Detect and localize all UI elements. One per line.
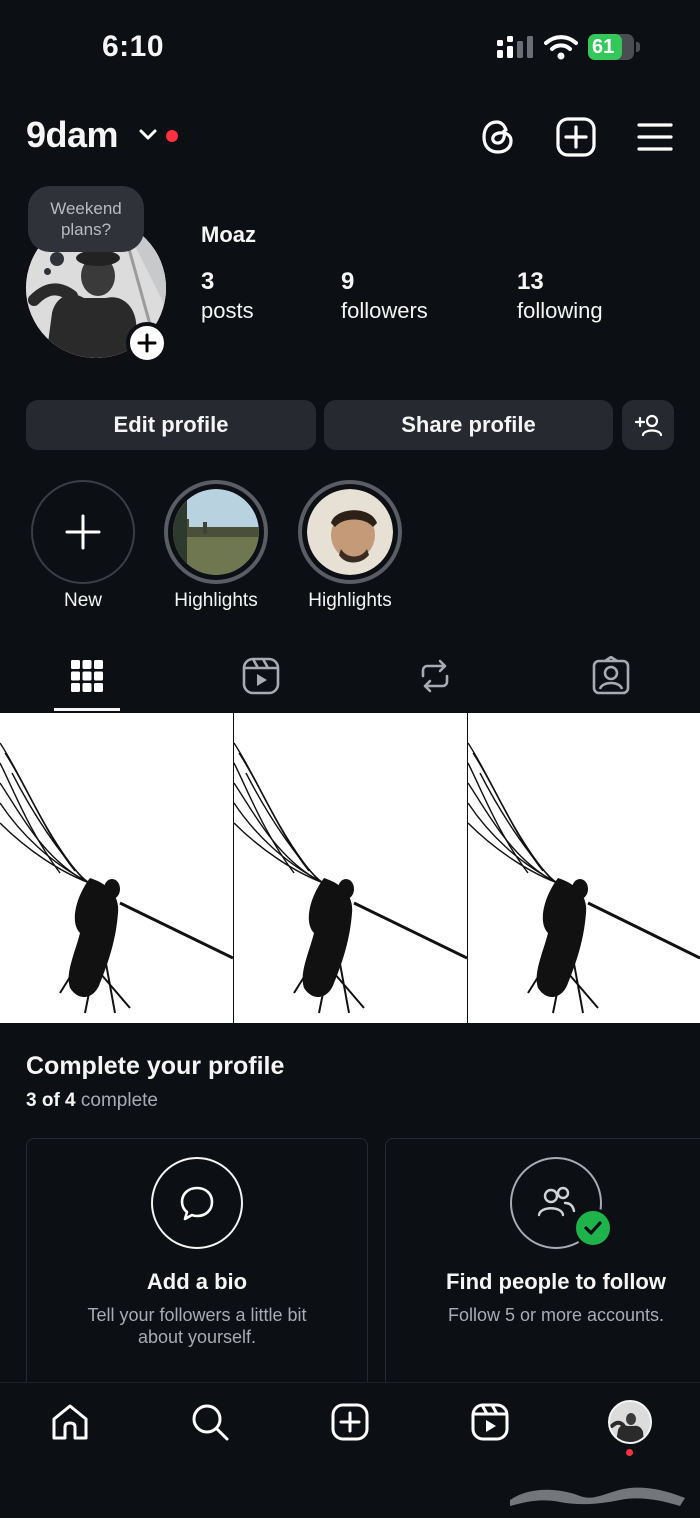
bio-circle: [151, 1157, 243, 1249]
grid-icon[interactable]: [67, 656, 107, 696]
add-bio-card[interactable]: Add a bio Tell your followers a little b…: [26, 1138, 368, 1388]
share-profile-button[interactable]: Share profile: [324, 400, 613, 450]
plus-icon: [65, 514, 101, 550]
notification-dot: [166, 130, 178, 142]
followers-count[interactable]: 9: [341, 268, 354, 296]
following-count[interactable]: 13: [517, 268, 544, 296]
chevron-down-icon[interactable]: [138, 128, 158, 142]
menu-icon[interactable]: [634, 116, 676, 158]
search-icon[interactable]: [190, 1402, 230, 1442]
progress-count: 3 of 4: [26, 1090, 76, 1111]
speech-bubble-icon: [180, 1186, 214, 1221]
progress-label: complete: [80, 1090, 159, 1111]
create-post-icon[interactable]: [555, 116, 597, 158]
complete-profile-progress: 3 of 4 complete: [26, 1090, 158, 1112]
note-tail-small: [44, 268, 51, 275]
new-highlight-button[interactable]: [31, 480, 135, 584]
watermark-logo: [510, 1487, 685, 1506]
highlight-label-1: Highlights: [174, 590, 258, 611]
highlight-2[interactable]: [298, 480, 402, 584]
find-people-card[interactable]: Find people to follow Follow 5 or more a…: [385, 1138, 700, 1388]
find-people-title: Find people to follow: [446, 1269, 666, 1294]
post-thumbnail[interactable]: [468, 713, 700, 1023]
reels-icon[interactable]: [241, 656, 281, 696]
add-bio-desc-line1: Tell your followers a little bit: [87, 1305, 307, 1325]
home-icon[interactable]: [50, 1402, 90, 1442]
cellular-signal-icon: [497, 36, 533, 58]
active-tab-indicator: [54, 708, 120, 711]
add-story-button[interactable]: [126, 322, 168, 364]
posts-label[interactable]: posts: [201, 298, 254, 324]
profile-notification-dot: [626, 1449, 633, 1456]
add-bio-desc-line2: about yourself.: [137, 1327, 257, 1347]
post-thumbnail[interactable]: [234, 713, 467, 1023]
battery-indicator: 61: [588, 34, 640, 60]
reposts-icon[interactable]: [415, 656, 455, 696]
tagged-icon[interactable]: [591, 656, 631, 696]
note-tail: [50, 252, 64, 266]
highlight-1[interactable]: [164, 480, 268, 584]
status-time: 6:10: [102, 30, 165, 63]
reels-nav-icon[interactable]: [470, 1402, 510, 1442]
display-name: Moaz: [201, 222, 256, 247]
highlight-label-new: New: [63, 590, 102, 611]
add-bio-title: Add a bio: [146, 1269, 248, 1294]
battery-percent: 61: [592, 36, 615, 58]
post-thumbnail[interactable]: [0, 713, 233, 1023]
followers-label[interactable]: followers: [341, 298, 428, 324]
profile-tab-avatar[interactable]: [608, 1400, 652, 1444]
people-icon: [537, 1186, 576, 1217]
highlight-label-2: Highlights: [308, 590, 392, 611]
edit-profile-button[interactable]: Edit profile: [26, 400, 316, 450]
add-person-icon: [634, 414, 662, 437]
discover-people-button[interactable]: [622, 400, 674, 450]
complete-profile-title: Complete your profile: [26, 1052, 285, 1080]
note-bubble[interactable]: Weekend plans?: [28, 186, 144, 252]
following-label[interactable]: following: [517, 298, 603, 324]
posts-count[interactable]: 3: [201, 268, 214, 296]
find-people-desc: Follow 5 or more accounts.: [447, 1305, 665, 1325]
threads-icon[interactable]: [477, 116, 519, 158]
create-icon[interactable]: [330, 1402, 370, 1442]
wifi-icon: [544, 35, 578, 60]
completed-check-icon: [573, 1208, 613, 1248]
username[interactable]: 9dam: [26, 114, 119, 156]
